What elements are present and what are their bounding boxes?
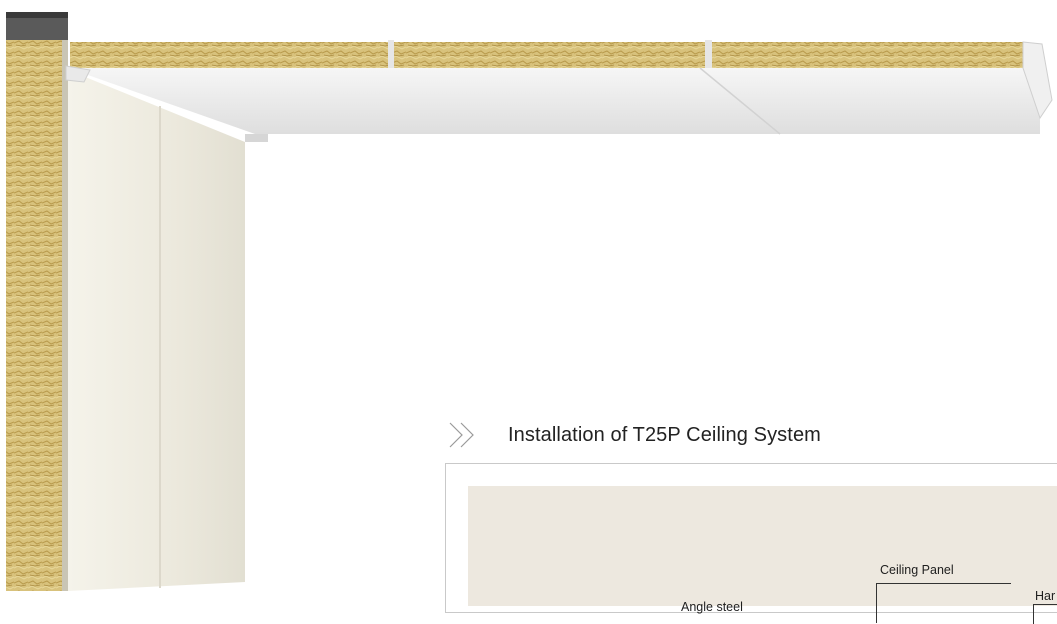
angle-steel-label: Angle steel (681, 600, 743, 614)
hanger-leader-vertical (1033, 604, 1034, 624)
hanger-label: Har (1035, 589, 1056, 603)
ceiling-face (68, 68, 1040, 134)
section-title: Installation of T25P Ceiling System (508, 423, 821, 446)
section-header: Installation of T25P Ceiling System (448, 418, 821, 452)
ceiling-panel-leader (876, 583, 1011, 584)
ceiling-rockwool-top (70, 42, 388, 68)
double-chevron-right-icon (449, 422, 474, 448)
wall-rockwool-core (6, 40, 64, 591)
diagram-canvas: Ceiling Panel Angle steel Har (468, 486, 1057, 624)
ceiling-panel (65, 40, 1053, 142)
ceiling-panel-leader-vertical (876, 583, 877, 623)
hanger-leader (1033, 604, 1057, 605)
wall-face (68, 70, 245, 591)
ceiling-panel-label: Ceiling Panel (880, 563, 954, 577)
